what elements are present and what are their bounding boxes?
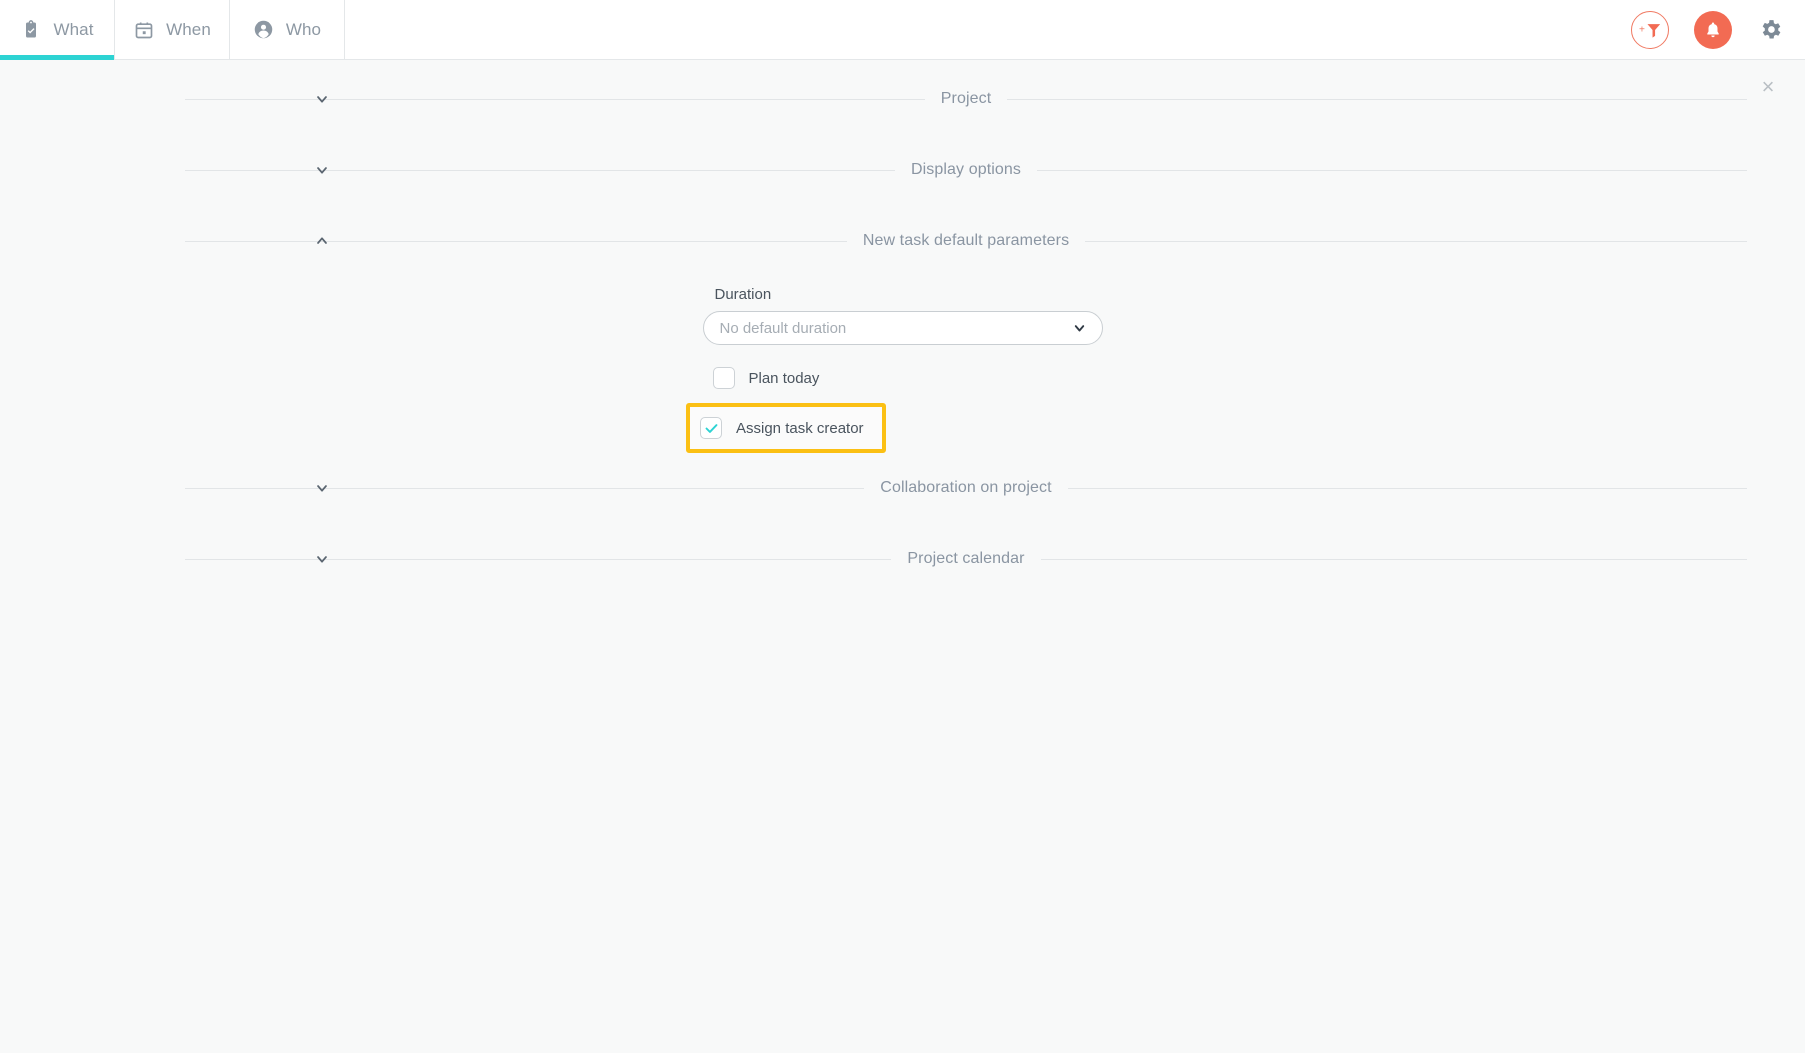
section-title-collaboration[interactable]: Collaboration on project bbox=[864, 479, 1067, 497]
section-title-project-calendar[interactable]: Project calendar bbox=[891, 550, 1040, 568]
plan-today-label: Plan today bbox=[748, 369, 820, 387]
section-display-options: Display options bbox=[0, 153, 1805, 187]
chevron-down-icon[interactable] bbox=[313, 479, 331, 497]
chevron-up-icon[interactable] bbox=[313, 232, 331, 250]
main-tabs: What When Who bbox=[0, 0, 345, 60]
section-project-calendar: Project calendar bbox=[0, 542, 1805, 576]
person-icon bbox=[253, 19, 275, 41]
section-divider-right bbox=[1037, 169, 1747, 171]
section-divider-left bbox=[185, 98, 925, 100]
tab-what[interactable]: What bbox=[0, 0, 115, 60]
duration-label: Duration bbox=[714, 286, 772, 303]
notifications-button[interactable] bbox=[1694, 10, 1732, 49]
section-project: Project bbox=[0, 82, 1805, 116]
tab-what-label: What bbox=[53, 19, 94, 39]
assign-task-creator-row[interactable]: Assign task creator bbox=[686, 403, 886, 453]
tab-who[interactable]: Who bbox=[230, 0, 345, 59]
chevron-down-icon[interactable] bbox=[313, 161, 331, 179]
section-new-task-defaults: New task default parameters Duration No … bbox=[0, 224, 1805, 471]
duration-select[interactable]: No default duration bbox=[702, 311, 1103, 345]
bell-icon bbox=[1707, 22, 1719, 37]
duration-field: Duration No default duration bbox=[702, 286, 1103, 345]
tab-when-label: When bbox=[166, 19, 211, 39]
section-divider-right bbox=[1085, 240, 1748, 242]
section-divider-right bbox=[1067, 487, 1747, 489]
gear-icon bbox=[1762, 20, 1780, 39]
section-divider-left bbox=[185, 240, 847, 242]
section-title-display-options[interactable]: Display options bbox=[895, 161, 1037, 179]
svg-text:+: + bbox=[1639, 24, 1645, 35]
settings-button[interactable] bbox=[1757, 17, 1783, 43]
settings-panel: × Project Display options New task defau… bbox=[0, 60, 1805, 1053]
plan-today-row[interactable]: Plan today bbox=[703, 367, 1103, 389]
chevron-down-icon[interactable] bbox=[313, 90, 331, 108]
assign-task-creator-checkbox[interactable] bbox=[700, 417, 722, 439]
add-filter-icon: + bbox=[1639, 23, 1661, 38]
tab-who-label: Who bbox=[285, 19, 322, 39]
clipboard-check-icon bbox=[20, 19, 42, 41]
add-filter-button[interactable]: + bbox=[1631, 10, 1669, 49]
section-title-project[interactable]: Project bbox=[925, 90, 1008, 108]
calendar-icon bbox=[133, 19, 155, 41]
section-divider-right bbox=[1007, 98, 1747, 100]
app-header: What When Who + bbox=[0, 0, 1805, 60]
section-divider-right bbox=[1040, 558, 1747, 560]
chevron-down-icon[interactable] bbox=[313, 550, 331, 568]
section-title-new-task-defaults[interactable]: New task default parameters bbox=[847, 232, 1085, 250]
section-collaboration: Collaboration on project bbox=[0, 471, 1805, 505]
plan-today-checkbox[interactable] bbox=[712, 367, 735, 389]
section-divider-left bbox=[185, 487, 865, 489]
new-task-defaults-body: Duration No default duration Plan today bbox=[0, 258, 1805, 471]
header-actions: + bbox=[1631, 0, 1805, 59]
section-divider-left bbox=[185, 558, 892, 560]
section-divider-left bbox=[185, 169, 895, 171]
assign-task-creator-label: Assign task creator bbox=[736, 419, 864, 437]
tab-when[interactable]: When bbox=[115, 0, 230, 59]
